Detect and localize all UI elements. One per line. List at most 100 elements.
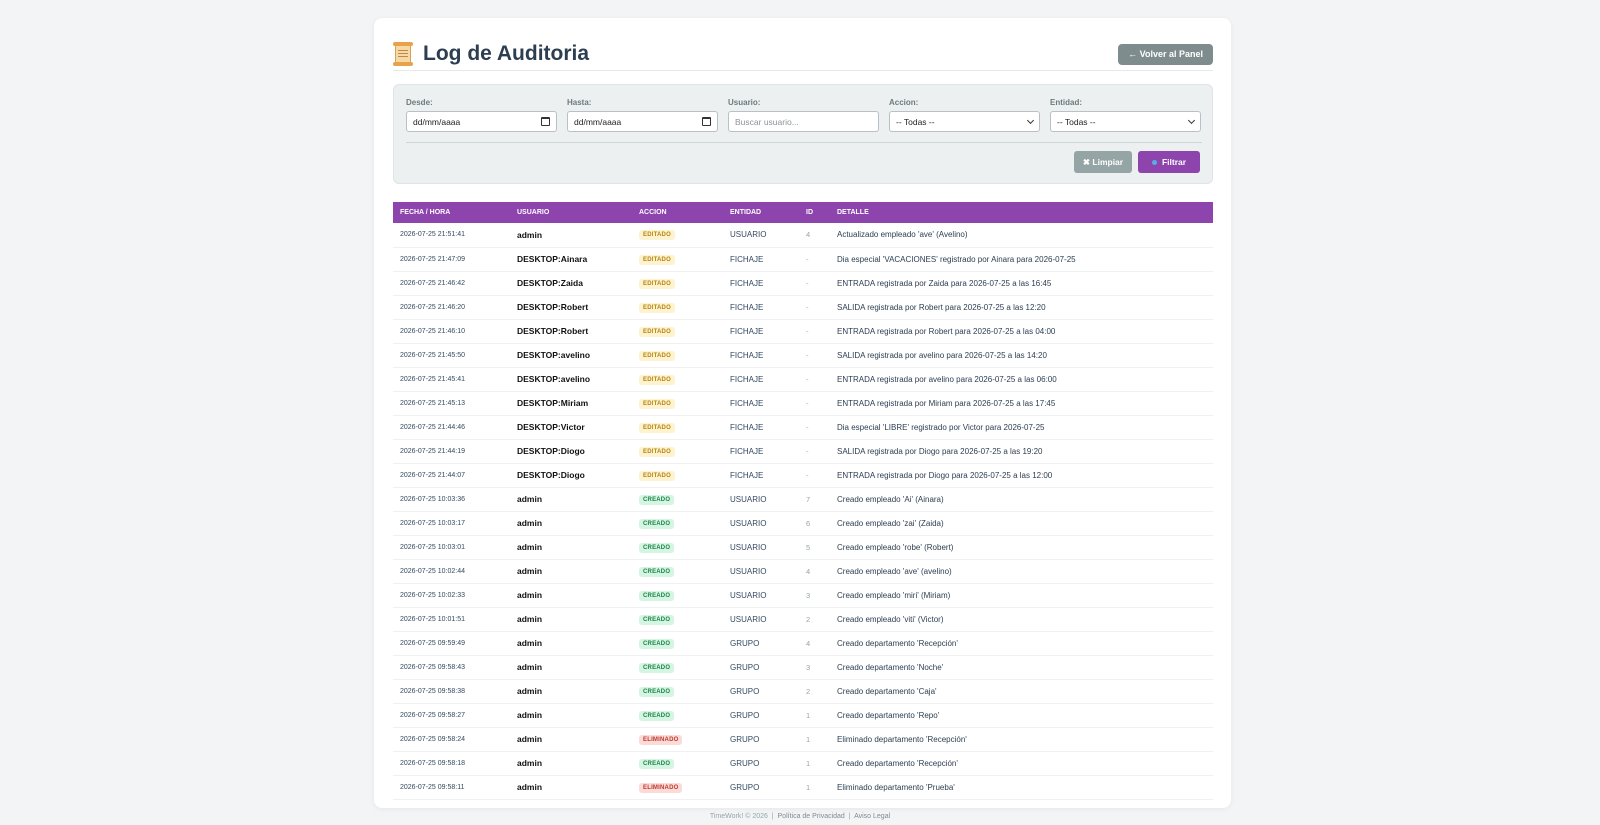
timestamp-cell: 2026-07-25 21:45:13 <box>393 391 510 416</box>
col-usuario[interactable]: USUARIO <box>510 202 632 223</box>
detail-cell: Creado empleado 'robe' (Robert) <box>830 535 1213 560</box>
table-row[interactable]: 2026-07-25 21:46:20 DESKTOP:Robert EDITADO… <box>393 295 1213 320</box>
id-cell: 5 <box>799 535 830 560</box>
table-row[interactable]: 2026-07-25 10:03:01 admin CREADO USUARIO 5 Cr… <box>393 535 1213 560</box>
usuario-search-input[interactable]: Buscar usuario... <box>728 111 879 132</box>
entity-cell: FICHAJE <box>723 295 799 320</box>
accion-select[interactable]: -- Todas -- <box>889 111 1040 132</box>
action-badge: EDITADO <box>639 278 675 289</box>
clear-filters-button[interactable]: ✖ Limpiar <box>1074 151 1132 173</box>
action-cell: EDITADO <box>632 343 723 368</box>
table-row[interactable]: 2026-07-25 21:46:42 DESKTOP:Zaida EDITADO F… <box>393 271 1213 296</box>
id-cell: 7 <box>799 487 830 512</box>
action-cell: CREADO <box>632 607 723 632</box>
entity-cell: FICHAJE <box>723 271 799 296</box>
user-cell: admin <box>510 535 632 560</box>
table-row[interactable]: 2026-07-25 21:46:10 DESKTOP:Robert EDITADO… <box>393 319 1213 344</box>
table-row[interactable]: 2026-07-25 09:58:18 admin CREADO GRUPO 1 Crea… <box>393 751 1213 776</box>
id-cell: 1 <box>799 751 830 776</box>
table-row[interactable]: 2026-07-25 09:58:43 admin CREADO GRUPO 3 Crea… <box>393 655 1213 680</box>
entidad-select[interactable]: -- Todas -- <box>1050 111 1201 132</box>
footer-sep: | <box>848 813 851 820</box>
detail-cell: Creado empleado 'ave' (avelino) <box>830 559 1213 584</box>
table-row[interactable]: 2026-07-25 21:44:19 DESKTOP:Diogo EDITADO F… <box>393 439 1213 464</box>
action-cell: CREADO <box>632 583 723 608</box>
col-id[interactable]: ID <box>799 202 830 223</box>
entity-cell: FICHAJE <box>723 391 799 416</box>
table-row[interactable]: 2026-07-25 10:01:51 admin CREADO USUARIO 2 Cr… <box>393 607 1213 632</box>
action-badge: EDITADO <box>639 422 675 433</box>
action-badge: EDITADO <box>639 254 675 265</box>
action-badge: EDITADO <box>639 398 675 409</box>
calendar-icon[interactable] <box>702 117 711 126</box>
id-cell: 1 <box>799 727 830 752</box>
audit-log-card: Log de Auditoria ← Volver al Panel Desde… <box>374 18 1231 808</box>
back-to-panel-button[interactable]: ← Volver al Panel <box>1118 43 1213 65</box>
table-row[interactable]: 2026-07-25 09:58:27 admin CREADO GRUPO 1 Crea… <box>393 703 1213 728</box>
entity-cell: FICHAJE <box>723 415 799 440</box>
filter-desde: Desde: dd/mm/aaaa <box>406 98 557 132</box>
table-row[interactable]: 2026-07-25 09:58:24 admin ELIMINADO GRUPO 1 E… <box>393 727 1213 752</box>
privacy-link[interactable]: Política de Privacidad <box>778 813 845 820</box>
timestamp-cell: 2026-07-25 10:03:17 <box>393 511 510 536</box>
table-row[interactable]: 2026-07-25 10:03:36 admin CREADO USUARIO 7 Cr… <box>393 487 1213 512</box>
table-row[interactable]: 2026-07-25 21:47:09 DESKTOP:Ainara EDITADO… <box>393 247 1213 272</box>
detail-cell: Eliminado departamento 'Prueba' <box>830 775 1213 800</box>
table-row[interactable]: 2026-07-25 21:51:41 admin EDITADO USUARIO 4 A… <box>393 223 1213 248</box>
action-cell: CREADO <box>632 511 723 536</box>
accion-label: Accion: <box>889 98 919 107</box>
action-cell: EDITADO <box>632 463 723 488</box>
id-cell: - <box>799 247 830 272</box>
table-row[interactable]: 2026-07-25 10:02:44 admin CREADO USUARIO 4 Cr… <box>393 559 1213 584</box>
clear-label: ✖ Limpiar <box>1082 156 1124 167</box>
apply-filter-button[interactable]: Filtrar <box>1138 151 1200 173</box>
detail-cell: ENTRADA registrada por Miriam para 2026-… <box>830 391 1213 416</box>
table-row[interactable]: 2026-07-25 10:02:33 admin CREADO USUARIO 3 Cr… <box>393 583 1213 608</box>
entity-cell: GRUPO <box>723 655 799 680</box>
col-detalle[interactable]: DETALLE <box>830 202 1213 223</box>
table-row[interactable]: 2026-07-25 21:44:07 DESKTOP:Diogo EDITADO F… <box>393 463 1213 488</box>
filter-divider <box>406 142 1202 143</box>
action-badge: CREADO <box>639 494 675 505</box>
table-header-row: FECHA / HORA USUARIO ACCION ENTIDAD ID D… <box>393 202 1213 223</box>
page-header: Log de Auditoria ← Volver al Panel <box>393 38 1213 70</box>
table-row[interactable]: 2026-07-25 21:44:46 DESKTOP:Victor EDITADO… <box>393 415 1213 440</box>
accion-selected: -- Todas -- <box>896 116 935 127</box>
action-cell: EDITADO <box>632 223 723 248</box>
id-cell: 2 <box>799 607 830 632</box>
entidad-label: Entidad: <box>1050 98 1082 107</box>
col-fecha-hora[interactable]: FECHA / HORA <box>393 202 510 223</box>
timestamp-cell: 2026-07-25 21:44:07 <box>393 463 510 488</box>
action-badge: EDITADO <box>639 350 675 361</box>
table-row[interactable]: 2026-07-25 09:59:49 admin CREADO GRUPO 4 Crea… <box>393 631 1213 656</box>
table-row[interactable]: 2026-07-25 09:58:38 admin CREADO GRUPO 2 Crea… <box>393 679 1213 704</box>
entity-cell: FICHAJE <box>723 439 799 464</box>
entity-cell: USUARIO <box>723 583 799 608</box>
legal-link[interactable]: Aviso Legal <box>854 813 890 820</box>
col-accion[interactable]: ACCION <box>632 202 723 223</box>
hasta-date-input[interactable]: dd/mm/aaaa <box>567 111 718 132</box>
action-cell: CREADO <box>632 703 723 728</box>
detail-cell: SALIDA registrada por Robert para 2026-0… <box>830 295 1213 320</box>
entity-cell: FICHAJE <box>723 247 799 272</box>
desde-date-input[interactable]: dd/mm/aaaa <box>406 111 557 132</box>
id-cell: 3 <box>799 655 830 680</box>
user-cell: DESKTOP:Ainara <box>510 247 632 272</box>
id-cell: - <box>799 295 830 320</box>
detail-cell: SALIDA registrada por Diogo para 2026-07… <box>830 439 1213 464</box>
action-cell: EDITADO <box>632 247 723 272</box>
table-row[interactable]: 2026-07-25 21:45:41 DESKTOP:avelino EDITAD… <box>393 367 1213 392</box>
table-row[interactable]: 2026-07-25 21:45:50 DESKTOP:avelino EDITAD… <box>393 343 1213 368</box>
table-row[interactable]: 2026-07-25 09:58:11 admin ELIMINADO GRUPO 1 E… <box>393 775 1213 800</box>
col-entidad[interactable]: ENTIDAD <box>723 202 799 223</box>
user-cell: admin <box>510 607 632 632</box>
table-row[interactable]: 2026-07-25 21:45:13 DESKTOP:Miriam EDITADO… <box>393 391 1213 416</box>
table-row[interactable]: 2026-07-25 10:03:17 admin CREADO USUARIO 6 Cr… <box>393 511 1213 536</box>
header-divider <box>393 70 1213 71</box>
usuario-label: Usuario: <box>728 98 761 107</box>
user-cell: DESKTOP:avelino <box>510 367 632 392</box>
calendar-icon[interactable] <box>541 117 550 126</box>
user-cell: admin <box>510 223 632 248</box>
id-cell: 4 <box>799 559 830 584</box>
user-cell: DESKTOP:Zaida <box>510 271 632 296</box>
